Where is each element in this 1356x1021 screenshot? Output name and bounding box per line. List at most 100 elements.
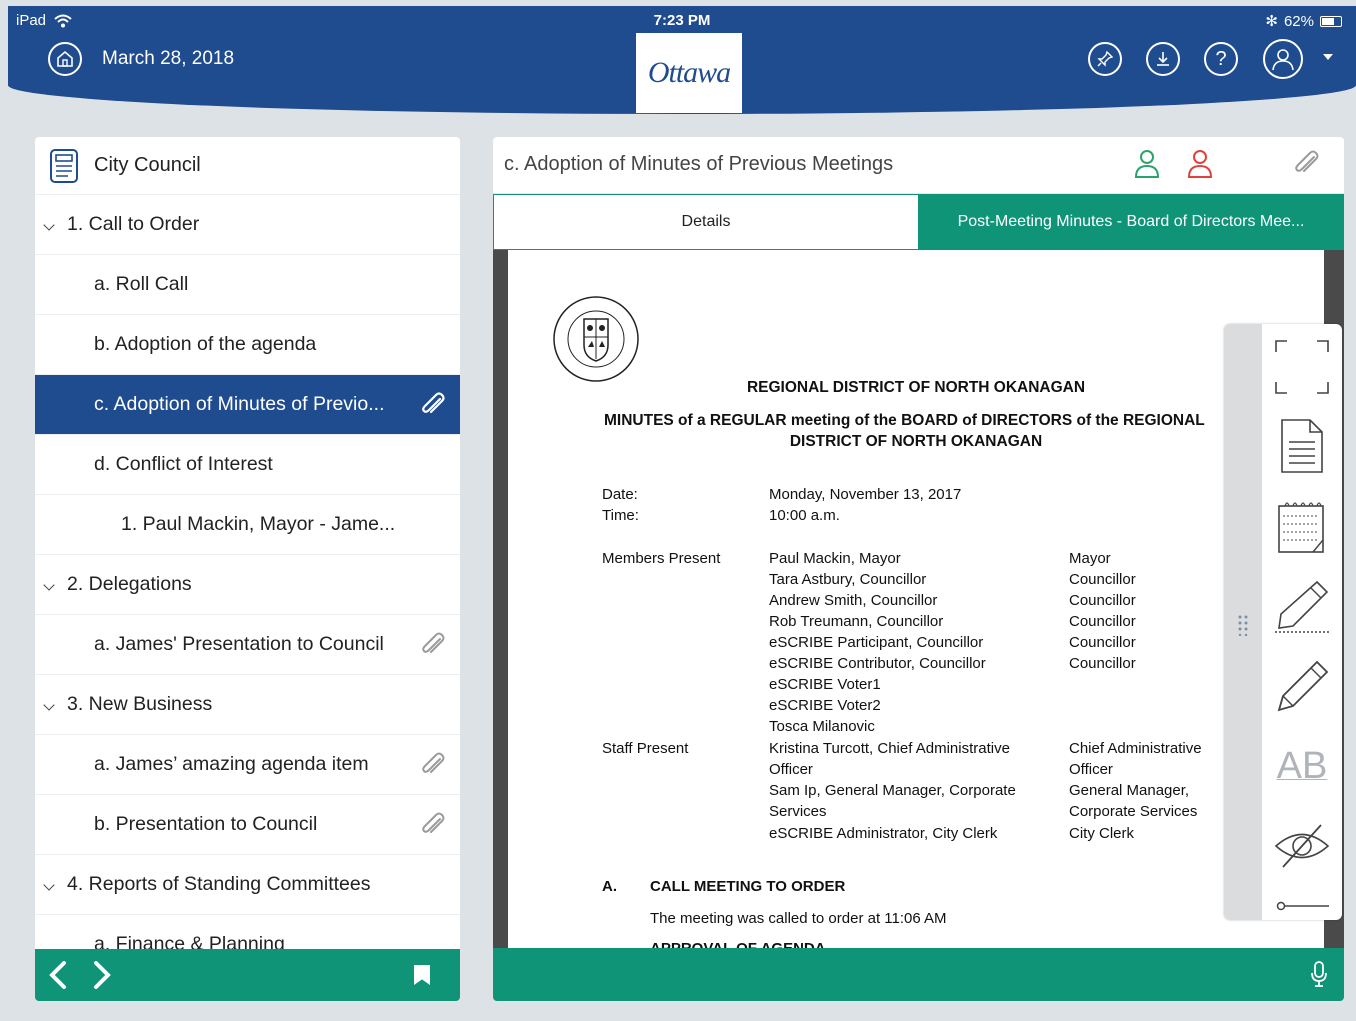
agenda-item-label: 1. Call to Order [67, 213, 200, 235]
agenda-item-adoption-minutes[interactable]: c. Adoption of Minutes of Previo... [35, 375, 460, 435]
paperclip-icon[interactable] [1290, 149, 1322, 179]
doc-member: eSCRIBE Voter1 [769, 676, 881, 693]
help-button[interactable]: ? [1204, 42, 1238, 76]
bookmark-icon[interactable] [414, 965, 430, 985]
agenda-item-label: a. Finance & Planning [94, 933, 285, 949]
agenda-item-label: b. Adoption of the agenda [94, 333, 317, 355]
agenda-panel: City Council 1. Call to Order a. Roll Ca… [35, 137, 460, 1001]
doc-staff: Sam Ip, General Manager, Corporate [769, 782, 1016, 799]
agenda-section-new-business[interactable]: 3. New Business [35, 675, 460, 735]
hide-annotations-button[interactable] [1272, 818, 1332, 874]
eye-off-icon [1274, 824, 1330, 868]
doc-time-value: 10:00 a.m. [769, 507, 840, 524]
item-title: c. Adoption of Minutes of Previous Meeti… [504, 153, 894, 175]
paperclip-icon[interactable] [418, 751, 448, 779]
doc-member: Andrew Smith, Councillor [769, 592, 938, 609]
paperclip-icon[interactable] [418, 811, 448, 839]
highlighter-button[interactable] [1272, 576, 1332, 636]
microphone-icon[interactable] [1310, 960, 1328, 988]
doc-section-a-title: CALL MEETING TO ORDER [650, 878, 846, 895]
doc-staff-role: Corporate Services [1069, 803, 1198, 820]
tab-details[interactable]: Details [493, 194, 918, 250]
agenda-item-label: b. Presentation to Council [94, 813, 318, 835]
doc-section-a-letter: A. [602, 878, 617, 895]
agenda-item-presentation-council[interactable]: b. Presentation to Council [35, 795, 460, 855]
user-avatar-button[interactable] [1263, 39, 1303, 79]
paperclip-icon[interactable] [418, 631, 448, 659]
pin-button[interactable] [1088, 42, 1122, 76]
doc-date-value: Monday, November 13, 2017 [769, 486, 962, 503]
chevron-down-icon[interactable] [43, 699, 55, 711]
doc-org-title: REGIONAL DISTRICT OF NORTH OKANAGAN [746, 379, 1086, 396]
agenda-item-adoption-agenda[interactable]: b. Adoption of the agenda [35, 315, 460, 375]
doc-section-a-text: The meeting was called to order at 11:06… [650, 910, 947, 927]
doc-member: eSCRIBE Contributor, Councillor [769, 655, 986, 672]
doc-staff: Services [769, 803, 827, 820]
battery-icon [1320, 15, 1342, 27]
fullscreen-icon [1275, 340, 1329, 394]
logo-text: Ottawa [647, 56, 731, 89]
toolbar-drag-handle[interactable] [1224, 324, 1262, 920]
chevron-down-icon[interactable] [43, 879, 55, 891]
doc-member-role: Councillor [1069, 571, 1136, 588]
agenda-item-label: d. Conflict of Interest [94, 453, 273, 475]
fullscreen-button[interactable] [1272, 336, 1332, 398]
agenda-section-standing-committees[interactable]: 4. Reports of Standing Committees [35, 855, 460, 915]
download-button[interactable] [1146, 42, 1180, 76]
detail-footer [493, 948, 1344, 1001]
agenda-subitem-paul-mackin[interactable]: 1. Paul Mackin, Mayor - Jame... [35, 495, 460, 555]
doc-staff-role: Officer [1069, 761, 1113, 778]
doc-member-role: Mayor [1069, 550, 1111, 567]
item-tabs: Details Post-Meeting Minutes - Board of … [493, 193, 1344, 250]
bluetooth-icon: ✻ [1265, 13, 1278, 30]
user-icon [1272, 49, 1294, 71]
tab-post-meeting-minutes[interactable]: Post-Meeting Minutes - Board of Director… [918, 194, 1344, 250]
home-button[interactable] [48, 42, 82, 76]
paperclip-icon[interactable] [418, 391, 448, 419]
doc-member: eSCRIBE Participant, Councillor [769, 634, 984, 651]
agenda-item-james-presentation[interactable]: a. James' Presentation to Council [35, 615, 460, 675]
text-annotation-button[interactable]: AB [1272, 736, 1332, 796]
agenda-item-roll-call[interactable]: a. Roll Call [35, 255, 460, 315]
home-icon [57, 50, 73, 67]
person-red-icon[interactable] [1186, 149, 1214, 179]
doc-staff-role: City Clerk [1069, 825, 1135, 842]
drag-dots-icon[interactable] [1238, 614, 1248, 636]
agenda-item-conflict-of-interest[interactable]: d. Conflict of Interest [35, 435, 460, 495]
regional-district-seal-icon [553, 296, 639, 382]
text-tool-label: AB [1276, 744, 1328, 787]
doc-member: Tara Astbury, Councillor [769, 571, 927, 588]
help-icon: ? [1215, 47, 1227, 70]
agenda-item-james-amazing[interactable]: a. James’ amazing agenda item [35, 735, 460, 795]
doc-staff: Kristina Turcott, Chief Administrative [769, 740, 1010, 757]
user-menu-caret-icon[interactable] [1323, 54, 1333, 60]
doc-staff-role: Chief Administrative [1069, 740, 1202, 757]
doc-member-role: Councillor [1069, 634, 1136, 651]
doc-section-b-partial: APPROVAL OF AGENDA [650, 940, 826, 948]
chevron-down-icon[interactable] [43, 579, 55, 591]
person-green-icon[interactable] [1133, 149, 1161, 179]
pen-size-slider[interactable] [1272, 896, 1332, 916]
agenda-item-label: 4. Reports of Standing Committees [67, 873, 371, 895]
agenda-section-call-to-order[interactable]: 1. Call to Order [35, 195, 460, 255]
agenda-document-icon [50, 148, 78, 183]
agenda-section-delegations[interactable]: 2. Delegations [35, 555, 460, 615]
doc-member: Tosca Milanovic [769, 718, 875, 735]
doc-member: Rob Treumann, Councillor [769, 613, 944, 630]
document-viewer[interactable]: REGIONAL DISTRICT OF NORTH OKANAGAN MINU… [493, 250, 1344, 948]
pencil-icon [1277, 660, 1329, 712]
notes-button[interactable] [1272, 496, 1332, 556]
doc-staff: Officer [769, 761, 813, 778]
agenda-footer [35, 949, 460, 1001]
agenda-item-finance-planning[interactable]: a. Finance & Planning [35, 915, 460, 949]
document-button[interactable] [1272, 416, 1332, 476]
meeting-date: March 28, 2018 [102, 48, 235, 69]
ottawa-logo: Ottawa [636, 33, 742, 113]
chevron-down-icon[interactable] [43, 219, 55, 231]
pin-icon [1097, 50, 1114, 67]
previous-arrow-icon[interactable] [47, 961, 69, 989]
next-arrow-icon[interactable] [91, 961, 113, 989]
battery-percent: 62% [1283, 12, 1314, 30]
doc-member-role: Councillor [1069, 613, 1136, 630]
pen-button[interactable] [1272, 656, 1332, 716]
